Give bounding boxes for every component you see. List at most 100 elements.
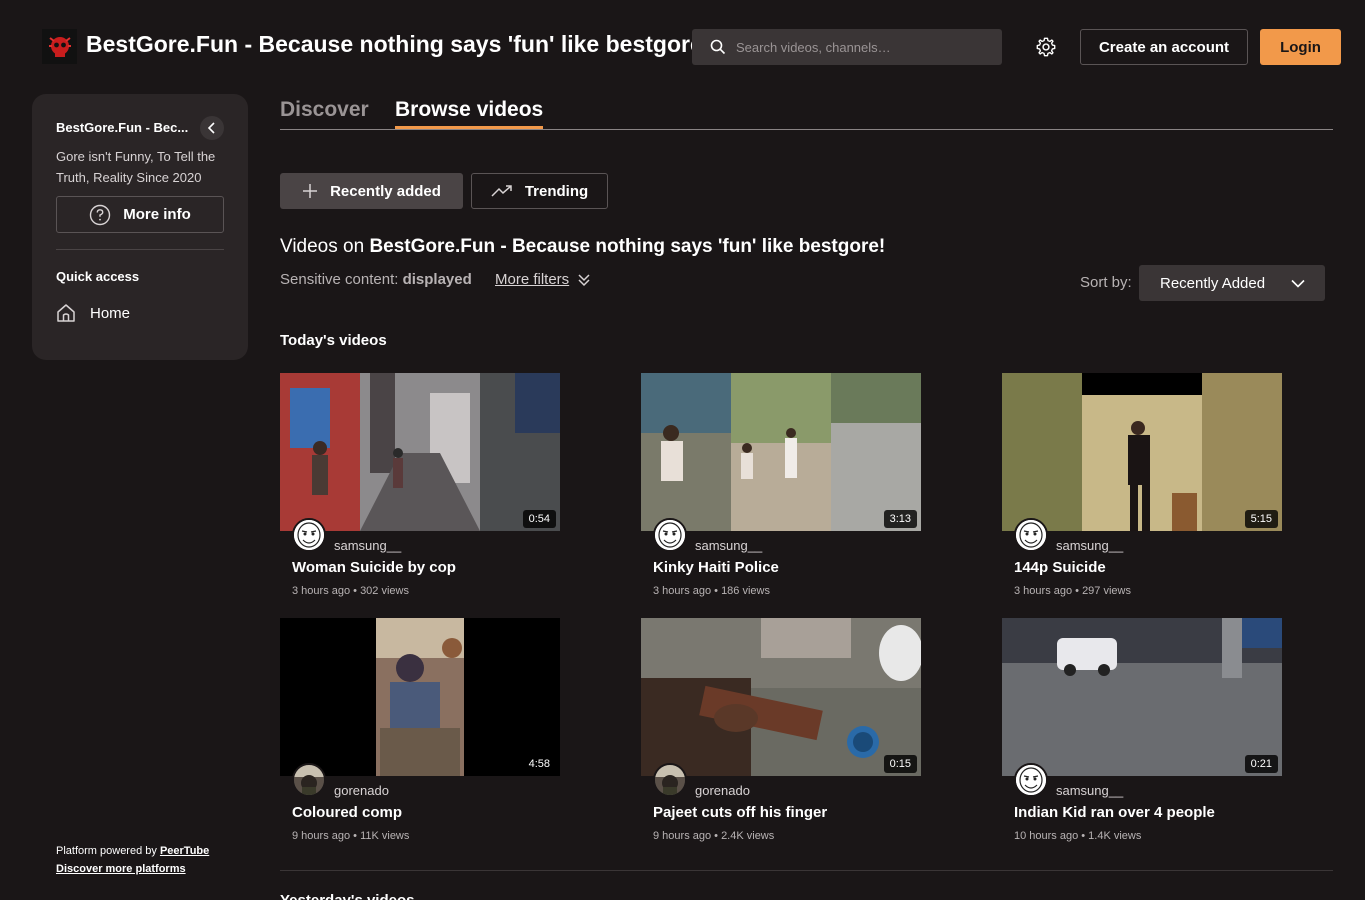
trollface-avatar-icon [294,520,324,550]
channel-avatar[interactable] [1014,763,1048,797]
site-logo[interactable] [42,29,77,64]
search-bar[interactable] [692,29,1002,65]
peertube-link[interactable]: PeerTube [160,845,209,857]
video-duration: 4:58 [522,755,556,773]
quick-access-heading: Quick access [56,269,140,284]
recently-added-label: Recently added [330,182,441,200]
trending-icon [491,185,512,197]
trollface-avatar-icon [655,520,685,550]
thumbnail-image [641,373,921,531]
video-duration: 0:54 [522,510,556,528]
video-thumbnail[interactable]: 0:15 [641,618,921,776]
video-title[interactable]: Woman Suicide by cop [292,559,456,576]
sensitive-content-status: Sensitive content: displayed [280,271,472,288]
video-card[interactable]: 5:15 samsung__ 144p Suicide 3 hours ago … [1002,373,1282,608]
discover-platforms-link[interactable]: Discover more platforms [56,863,186,875]
channel-avatar[interactable] [653,518,687,552]
videos-on-instance: BestGore.Fun - Because nothing says 'fun… [369,236,886,257]
sidebar-item-home[interactable]: Home [56,303,130,323]
tab-browse-videos[interactable]: Browse videos [395,98,544,129]
video-meta: 3 hours ago • 302 views [292,585,409,597]
video-card[interactable]: 3:13 samsung__ Kinky Haiti Police 3 hour… [641,373,921,608]
video-thumbnail[interactable]: 3:13 [641,373,921,531]
gorenado-avatar-icon [655,765,685,795]
video-thumbnail[interactable]: 0:21 [1002,618,1282,776]
video-card[interactable]: 0:54 samsung__ Woman Suicide by cop 3 ho… [280,373,560,608]
video-duration: 3:13 [883,510,917,528]
skull-logo-icon [44,31,75,62]
trending-label: Trending [524,182,589,200]
site-title[interactable]: BestGore.Fun - Because nothing says 'fun… [86,31,710,58]
video-meta: 9 hours ago • 11K views [292,830,410,842]
chevron-left-icon [207,122,215,134]
video-meta: 3 hours ago • 186 views [653,585,770,597]
video-meta: 3 hours ago • 297 views [1014,585,1131,597]
video-thumbnail[interactable]: 4:58 [280,618,560,776]
sort-select[interactable]: Recently Added [1139,265,1325,301]
search-icon [710,39,726,55]
channel-avatar[interactable] [292,763,326,797]
sidebar-divider [56,249,224,250]
tab-discover[interactable]: Discover [280,98,369,128]
channel-name[interactable]: samsung__ [695,538,762,553]
channel-name[interactable]: samsung__ [334,538,401,553]
sensitive-label: Sensitive content: [280,271,403,288]
create-account-button[interactable]: Create an account [1080,29,1248,65]
header: BestGore.Fun - Because nothing says 'fun… [0,0,1365,94]
double-chevron-down-icon [578,273,590,286]
sort-value: Recently Added [1160,274,1266,292]
video-duration: 5:15 [1244,510,1278,528]
video-title[interactable]: Pajeet cuts off his finger [653,804,827,821]
video-duration: 0:21 [1244,755,1278,773]
powered-by-text: Platform powered by [56,845,160,857]
video-duration: 0:15 [883,755,917,773]
thumbnail-image [1002,373,1282,531]
video-card[interactable]: 4:58 gorenado Coloured comp 9 hours ago … [280,618,560,853]
sensitive-value: displayed [402,271,472,288]
plus-icon [303,184,318,198]
thumbnail-image [641,618,921,776]
video-thumbnail[interactable]: 0:54 [280,373,560,531]
home-icon [57,304,75,322]
video-meta: 10 hours ago • 1.4K views [1014,830,1142,842]
video-title[interactable]: Kinky Haiti Police [653,559,779,576]
more-info-button[interactable]: More info [56,196,224,233]
login-button[interactable]: Login [1260,29,1341,65]
videos-on-prefix: Videos on [280,236,370,257]
chevron-down-icon [1291,279,1305,288]
sidebar-footer: Platform powered by PeerTube Discover mo… [56,842,209,878]
trollface-avatar-icon [1016,520,1046,550]
main-tabs: Discover Browse videos [280,98,1333,130]
thumbnail-image [1002,618,1282,776]
sidebar: BestGore.Fun - Bec... Gore isn't Funny, … [32,94,248,360]
search-input[interactable] [736,39,996,55]
section-title-today: Today's videos [280,332,387,349]
video-title[interactable]: Coloured comp [292,804,402,821]
settings-button[interactable] [1034,35,1058,59]
collapse-sidebar-button[interactable] [200,116,224,140]
recently-added-button[interactable]: Recently added [280,173,463,209]
trending-button[interactable]: Trending [471,173,608,209]
instance-description: Gore isn't Funny, To Tell the Truth, Rea… [56,149,216,185]
video-title[interactable]: Indian Kid ran over 4 people [1014,804,1215,821]
video-card[interactable]: 0:21 samsung__ Indian Kid ran over 4 peo… [1002,618,1282,853]
channel-name[interactable]: gorenado [695,783,750,798]
more-filters-label: More filters [495,271,570,288]
video-title[interactable]: 144p Suicide [1014,559,1106,576]
video-card[interactable]: 0:15 gorenado Pajeet cuts off his finger… [641,618,921,853]
video-thumbnail[interactable]: 5:15 [1002,373,1282,531]
section-divider [280,870,1333,871]
channel-avatar[interactable] [1014,518,1048,552]
gorenado-avatar-icon [294,765,324,795]
channel-avatar[interactable] [292,518,326,552]
thumbnail-image [280,373,560,531]
channel-avatar[interactable] [653,763,687,797]
page-title: Videos on BestGore.Fun - Because nothing… [280,236,885,258]
instance-name: BestGore.Fun - Bec... [56,120,189,135]
more-filters-button[interactable]: More filters [495,271,591,288]
channel-name[interactable]: samsung__ [1056,538,1123,553]
channel-name[interactable]: samsung__ [1056,783,1123,798]
channel-name[interactable]: gorenado [334,783,389,798]
more-info-label: More info [123,206,191,223]
sidebar-item-label: Home [90,304,131,322]
